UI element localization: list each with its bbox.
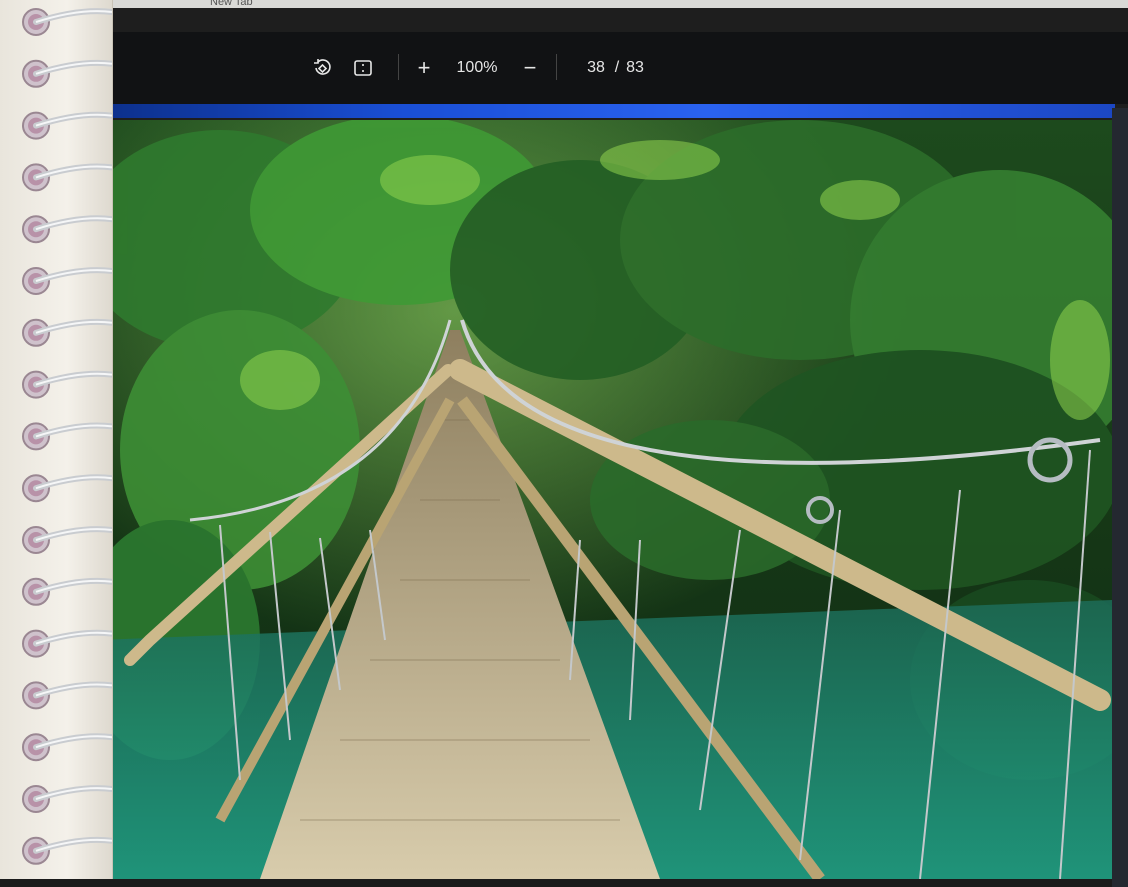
accent-bar [100,104,1115,118]
fit-page-button[interactable] [351,32,375,104]
rotate-icon [314,59,331,75]
zoom-out-button[interactable]: − [518,32,542,104]
suspension-bridge-photo [100,120,1112,879]
notebook-spiral-rings [22,8,115,865]
spiral-ring [22,267,115,295]
spiral-notebook-edge [0,0,115,879]
page-separator: / [614,59,620,76]
toolbar-divider [398,54,399,80]
toolbar-divider [556,54,557,80]
zoom-in-button[interactable]: + [412,32,436,104]
spiral-ring [22,785,115,813]
current-page-input[interactable]: 38 [582,32,610,104]
spiral-ring [22,163,115,192]
rotate-button[interactable] [310,32,334,104]
pdf-toolbar: + 100% − 38 / 83 [100,32,1128,104]
spiral-ring [22,733,115,762]
spiral-ring [22,474,115,503]
pdf-viewer: + 100% − 38 / 83 [100,8,1128,887]
spiral-ring [22,526,115,554]
browser-tab-new-tab[interactable]: New Tab [210,0,253,8]
pdf-page-image [100,120,1112,879]
spiral-ring [22,836,115,865]
zoom-level[interactable]: 100% [452,32,502,104]
spiral-ring [22,681,115,710]
spiral-ring [22,318,115,347]
spiral-ring [22,577,115,606]
monitor-bezel [1112,108,1128,887]
spiral-ring [22,422,115,451]
spiral-ring [22,215,115,244]
total-pages: 83 [626,59,644,76]
spiral-ring [22,59,115,88]
spiral-ring [22,629,115,658]
fit-page-icon [354,60,372,76]
spiral-ring [22,8,115,36]
spiral-ring [22,370,115,399]
spiral-ring [22,111,115,140]
